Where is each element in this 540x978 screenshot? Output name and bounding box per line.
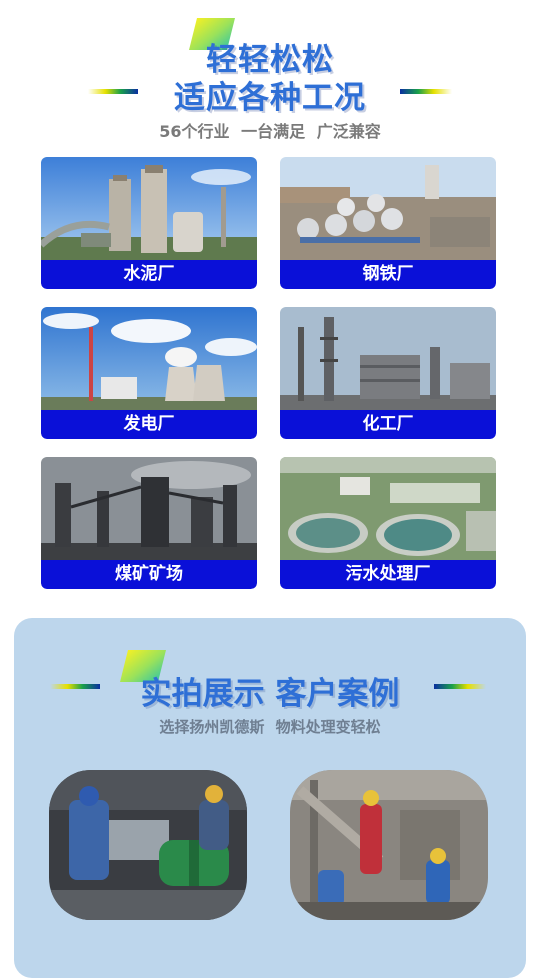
industry-label: 化工厂 <box>280 410 496 439</box>
industry-label: 钢铁厂 <box>280 260 496 289</box>
steel-plant-photo <box>280 157 496 261</box>
industries-subtitle: 56个行业 一台满足 广泛兼容 <box>159 122 381 141</box>
coal-mine-photo <box>41 457 257 561</box>
industry-label: 水泥厂 <box>41 260 257 289</box>
industry-card-coal-mine[interactable]: 煤矿矿场 <box>41 457 257 589</box>
industry-label: 污水处理厂 <box>280 560 496 589</box>
case-photo-2[interactable] <box>290 770 488 920</box>
workers-installing-equipment-photo <box>49 770 247 920</box>
industries-section: 轻轻松松 适应各种工况 56个行业 一台满足 广泛兼容 水泥厂 钢铁厂 发电厂 … <box>0 0 540 610</box>
cases-title: 实拍展示 客户案例 <box>140 676 400 712</box>
industry-label: 发电厂 <box>41 410 257 439</box>
industry-card-steel[interactable]: 钢铁厂 <box>280 157 496 289</box>
chemical-plant-photo <box>280 307 496 411</box>
industry-card-chemical[interactable]: 化工厂 <box>280 307 496 439</box>
industry-label: 煤矿矿场 <box>41 560 257 589</box>
cases-subtitle: 选择扬州凯德斯 物料处理变轻松 <box>159 718 381 736</box>
cement-plant-photo <box>41 157 257 261</box>
power-plant-photo <box>41 307 257 411</box>
industry-card-sewage[interactable]: 污水处理厂 <box>280 457 496 589</box>
case-photo-1[interactable] <box>49 770 247 920</box>
customer-cases-panel: 实拍展示 客户案例 选择扬州凯德斯 物料处理变轻松 <box>14 618 526 978</box>
right-wing-decoration <box>400 89 452 94</box>
industry-card-power[interactable]: 发电厂 <box>41 307 257 439</box>
title-line-2: 适应各种工况 <box>174 80 366 116</box>
industry-card-cement[interactable]: 水泥厂 <box>41 157 257 289</box>
right-wing-decoration <box>434 684 486 689</box>
workers-on-site-photo <box>290 770 488 920</box>
sewage-plant-photo <box>280 457 496 561</box>
